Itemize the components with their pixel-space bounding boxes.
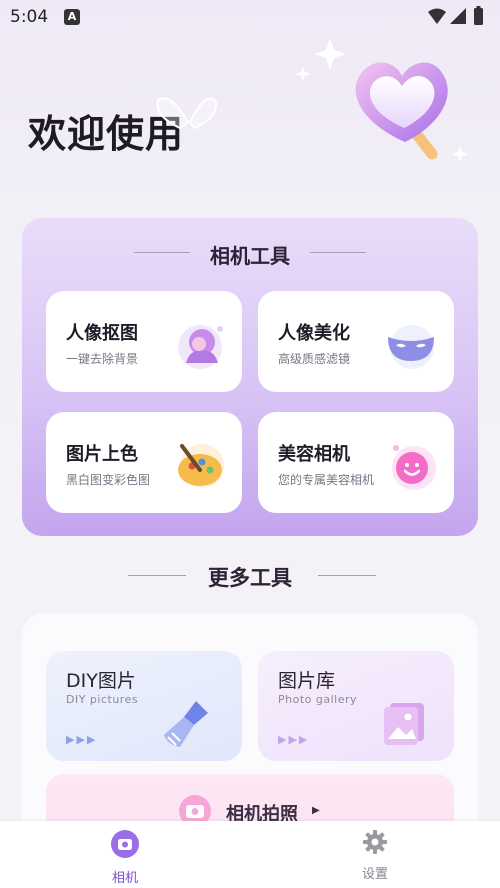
arrows-icon: ▶▶▶ — [66, 733, 98, 746]
tool-desc: 高级质感滤镜 — [278, 352, 351, 366]
tool-name: 美容相机 — [278, 444, 350, 465]
tool-name: 人像美化 — [278, 323, 350, 344]
tab-settings[interactable]: 设置 — [335, 829, 415, 882]
tab-label: 设置 — [361, 867, 388, 882]
smiley-icon — [392, 445, 436, 490]
divider — [318, 575, 376, 576]
tile-diy-pictures[interactable]: DIY图片 DIY pictures ▶▶▶ — [46, 651, 242, 761]
tool-desc: 一键去除背景 — [66, 352, 139, 366]
divider — [310, 252, 366, 253]
brush-icon — [164, 701, 208, 747]
tool-desc: 您的专属美容相机 — [278, 473, 375, 487]
tool-photo-colorize[interactable]: 图片上色 黑白图变彩色图 — [46, 412, 242, 513]
palette-icon — [178, 444, 224, 488]
mask-icon — [388, 325, 434, 369]
camera-tools-card: 相机工具 人像抠图 一键去除背景 人像美化 高级质感滤镜 图片上色 黑白图变彩色… — [22, 218, 478, 536]
tile-photo-gallery[interactable]: 图片库 Photo gallery ▶▶▶ — [258, 651, 454, 761]
notification-icon: A — [64, 9, 80, 25]
section-title-more-tools: 更多工具 — [208, 566, 292, 590]
tile-subtitle: DIY pictures — [66, 693, 139, 706]
wifi-signal-battery-icon — [428, 6, 483, 25]
tool-portrait-cutout[interactable]: 人像抠图 一键去除背景 — [46, 291, 242, 392]
tool-portrait-beautify[interactable]: 人像美化 高级质感滤镜 — [258, 291, 454, 392]
camera-tab-icon — [111, 830, 139, 858]
tool-name: 图片上色 — [66, 444, 138, 465]
tab-camera[interactable]: 相机 — [85, 829, 165, 886]
tab-label: 相机 — [111, 871, 138, 886]
bottom-nav: 相机 设置 — [0, 821, 500, 888]
status-icons — [426, 6, 488, 32]
section-title-camera-tools: 相机工具 — [210, 244, 290, 268]
tool-name: 人像抠图 — [66, 323, 138, 344]
heart-mirror-illustration — [156, 38, 468, 162]
tile-title: 图片库 — [278, 670, 336, 692]
gallery-icon — [384, 703, 424, 745]
play-arrow-icon: ▶ — [312, 805, 320, 816]
status-time: 5:04 — [10, 7, 49, 27]
tile-subtitle: Photo gallery — [278, 693, 358, 706]
tool-desc: 黑白图变彩色图 — [66, 473, 151, 487]
tile-title: DIY图片 — [66, 670, 136, 692]
arrows-icon: ▶▶▶ — [278, 733, 310, 746]
portrait-icon — [178, 325, 223, 369]
gear-icon — [363, 830, 387, 854]
tool-beauty-camera[interactable]: 美容相机 您的专属美容相机 — [258, 412, 454, 513]
